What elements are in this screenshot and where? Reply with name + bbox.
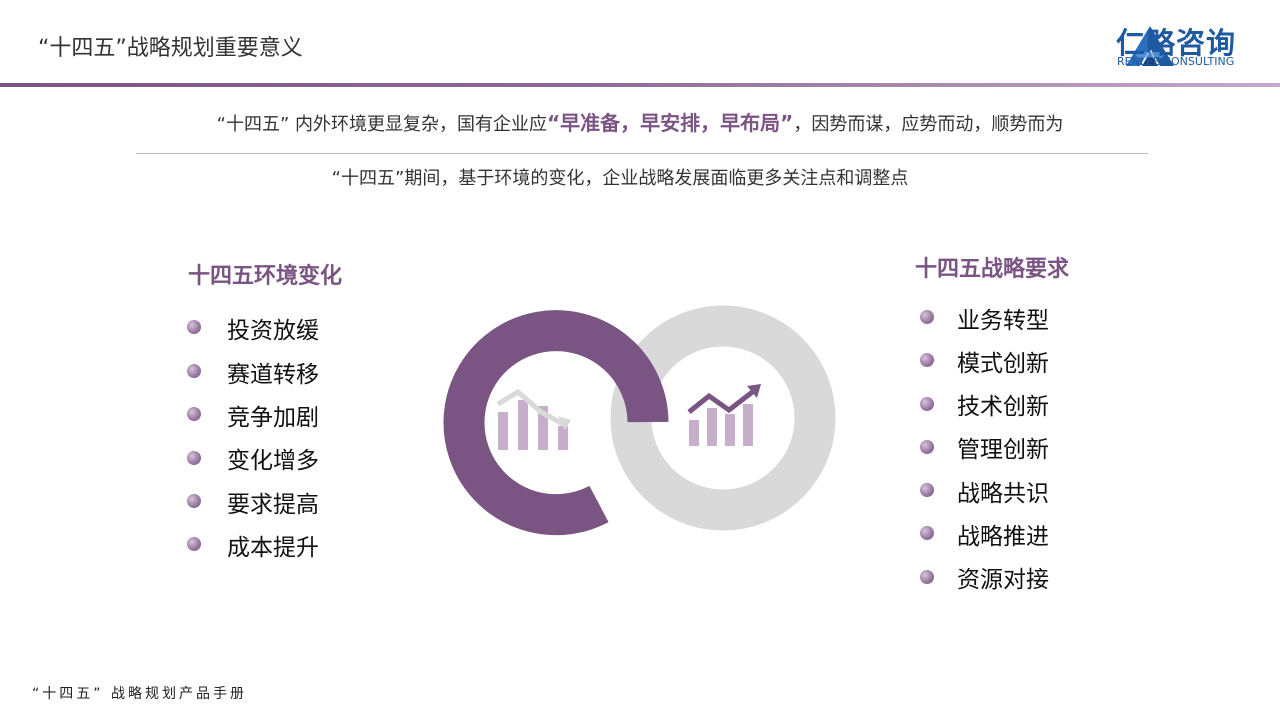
right-item: 技术创新: [957, 394, 1049, 420]
left-item: 投资放缓: [227, 318, 319, 344]
right-item: 战略共识: [957, 481, 1049, 507]
bullet-icon: [920, 526, 934, 540]
right-item: 管理创新: [957, 437, 1049, 463]
bullet-icon: [920, 483, 934, 497]
decline-chart-icon: [496, 388, 571, 450]
bullet-icon: [187, 537, 201, 551]
subline: “十四五”期间，基于环境的变化，企业战略发展面临更多关注点和调整点: [331, 168, 909, 189]
left-item: 成本提升: [227, 535, 319, 561]
right-item: 战略推进: [957, 524, 1049, 550]
headline: “十四五” 内外环境更显复杂，国有企业应“早准备，早安排，早布局”，因势而谋，应…: [0, 107, 1280, 136]
headline-suffix: ，因势而谋，应势而动，顺势而为: [793, 114, 1064, 135]
bullet-icon: [920, 310, 934, 324]
logo-subtitle: RENLEE CONSULTING: [1117, 55, 1235, 68]
header-bar: [0, 83, 1280, 87]
left-item: 赛道转移: [227, 362, 319, 388]
bullet-icon: [187, 364, 201, 378]
bullet-icon: [187, 451, 201, 465]
bullet-icon: [187, 494, 201, 508]
left-item: 要求提高: [227, 492, 319, 518]
right-column-title: 十四五战略要求: [915, 257, 1070, 282]
bullet-icon: [187, 407, 201, 421]
divider: [136, 153, 1148, 154]
bullet-icon: [920, 397, 934, 411]
right-item: 业务转型: [957, 308, 1049, 334]
page-title: “十四五”战略规划重要意义: [38, 36, 303, 61]
bullet-icon: [920, 353, 934, 367]
footer: “十四五” 战略规划产品手册: [32, 686, 247, 702]
left-item: 竞争加剧: [227, 405, 319, 431]
growth-chart-icon: [687, 384, 761, 446]
right-item: 模式创新: [957, 351, 1049, 377]
headline-prefix: “十四五” 内外环境更显复杂，国有企业应: [216, 114, 548, 135]
right-item: 资源对接: [957, 567, 1049, 593]
infinity-rings-diagram: [443, 305, 836, 536]
bullet-icon: [920, 570, 934, 584]
left-item: 变化增多: [227, 448, 319, 474]
bullet-icon: [920, 440, 934, 454]
left-column-title: 十四五环境变化: [188, 264, 343, 289]
headline-emphasis: “早准备，早安排，早布局”: [547, 111, 794, 135]
bullet-icon: [187, 320, 201, 334]
